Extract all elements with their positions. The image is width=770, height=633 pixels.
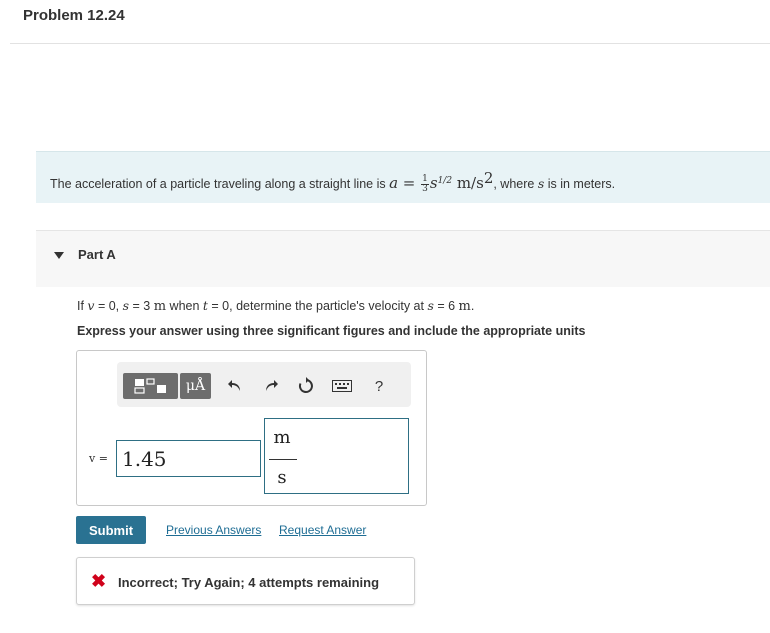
request-answer-link[interactable]: Request Answer (279, 523, 366, 537)
units-input[interactable]: m s (264, 418, 409, 494)
submit-button[interactable]: Submit (76, 516, 146, 544)
s-var: s (429, 174, 438, 193)
statement-middle: , where (493, 177, 538, 192)
q-unit-m-2: m (458, 299, 471, 314)
q-text-4: when (166, 299, 203, 313)
q-text-3: = 3 (129, 299, 154, 313)
part-label: Part A (78, 247, 116, 262)
answer-instructions: Express your answer using three signific… (77, 324, 586, 338)
s-exponent: 1/2 (437, 176, 453, 186)
unit-fraction-bar (269, 459, 297, 460)
value-input[interactable]: 1.45 (116, 440, 261, 477)
help-button[interactable]: ? (368, 373, 390, 399)
statement-prefix: The acceleration of a particle traveling… (50, 177, 390, 192)
templates-icon (133, 378, 166, 394)
reset-icon[interactable] (295, 373, 317, 399)
statement-suffix: is in meters. (544, 177, 616, 192)
units-exponent: 2 (483, 169, 494, 187)
accel-units: m/s (452, 174, 484, 193)
feedback-text: Incorrect; Try Again; 4 attempts remaini… (118, 575, 380, 590)
statement-text: The acceleration of a particle traveling… (50, 169, 615, 194)
q-text-1: If (77, 299, 88, 313)
q-text-6: = 6 (433, 299, 459, 313)
unit-numerator[interactable]: m (271, 427, 293, 448)
problem-statement: The acceleration of a particle traveling… (36, 151, 770, 203)
q-text-2: = 0, (94, 299, 123, 313)
units-button[interactable]: μÅ (180, 373, 211, 399)
problem-title: Problem 12.24 (23, 7, 125, 24)
undo-icon[interactable] (224, 373, 246, 399)
redo-icon[interactable] (260, 373, 282, 399)
x-icon: ✖ (91, 571, 107, 591)
part-a-header[interactable]: Part A (36, 230, 770, 287)
keyboard-icon[interactable] (331, 373, 353, 399)
eq-var: a (389, 174, 399, 193)
eq-sign: = (398, 174, 421, 193)
templates-button[interactable] (123, 373, 178, 399)
fraction-denominator: 3 (422, 184, 428, 195)
fraction: 13 (421, 175, 429, 194)
collapse-caret-icon[interactable] (54, 252, 64, 259)
math-toolbar: μÅ ? (117, 362, 411, 407)
previous-answers-link[interactable]: Previous Answers (166, 523, 261, 537)
page-header: Problem 12.24 (0, 0, 770, 44)
answer-panel: μÅ ? v = 1.45 m s (76, 350, 427, 506)
q-text-5: = 0, determine the particle's velocity a… (207, 299, 428, 313)
header-divider (10, 43, 770, 44)
answer-variable-label: v = (89, 452, 108, 465)
q-unit-m: m (153, 299, 167, 314)
q-text-7: . (470, 299, 475, 313)
feedback-box: ✖ Incorrect; Try Again; 4 attempts remai… (76, 557, 415, 605)
unit-denominator[interactable]: s (271, 467, 293, 488)
question-text: If v = 0, s = 3 m when t = 0, determine … (77, 298, 474, 314)
